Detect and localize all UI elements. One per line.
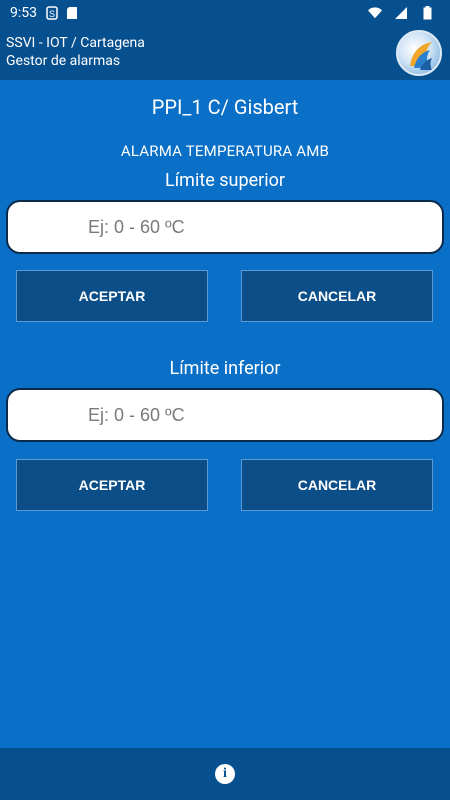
- bottom-bar: i: [0, 748, 450, 800]
- sd-card-icon: [65, 6, 79, 20]
- signal-icon: [394, 6, 408, 20]
- status-bar: 9:53 S: [0, 0, 450, 26]
- lower-limit-label: Límite inferior: [169, 358, 281, 379]
- app-bar: SSVI - IOT / Cartagena Gestor de alarmas: [0, 26, 450, 80]
- upper-cancel-button[interactable]: CANCELAR: [241, 270, 433, 322]
- app-logo: [396, 30, 442, 76]
- status-time: 9:53: [10, 5, 37, 21]
- lower-limit-field[interactable]: [6, 388, 444, 442]
- lower-cancel-button[interactable]: CANCELAR: [241, 459, 433, 511]
- upper-limit-field[interactable]: [6, 200, 444, 254]
- svg-text:S: S: [49, 9, 55, 19]
- upper-limit-input[interactable]: [88, 216, 442, 238]
- lower-limit-input[interactable]: [88, 404, 442, 426]
- battery-icon: [420, 6, 434, 20]
- sim-card-icon: S: [45, 6, 59, 20]
- wifi-icon: [368, 6, 382, 20]
- upper-accept-button[interactable]: ACEPTAR: [16, 270, 208, 322]
- upper-limit-label: Límite superior: [165, 170, 285, 191]
- info-icon[interactable]: i: [215, 764, 235, 784]
- app-subtitle: Gestor de alarmas: [6, 53, 121, 69]
- app-title: SSVI - IOT / Cartagena: [6, 35, 145, 51]
- lower-accept-button[interactable]: ACEPTAR: [16, 459, 208, 511]
- alarm-type-label: ALARMA TEMPERATURA AMB: [120, 142, 330, 160]
- page-title: PPI_1 C/ Gisbert: [151, 95, 299, 119]
